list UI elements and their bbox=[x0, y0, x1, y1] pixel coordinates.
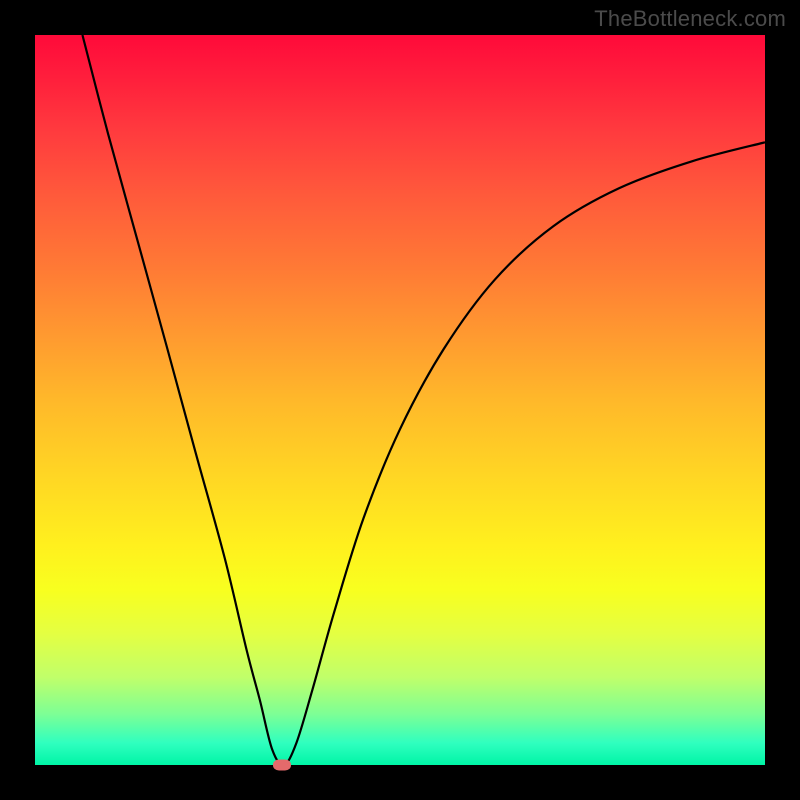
chart-frame: TheBottleneck.com bbox=[0, 0, 800, 800]
bottleneck-curve bbox=[82, 35, 765, 765]
chart-curve-layer bbox=[35, 35, 765, 765]
watermark-text: TheBottleneck.com bbox=[594, 6, 786, 32]
optimal-point-marker bbox=[273, 760, 291, 771]
